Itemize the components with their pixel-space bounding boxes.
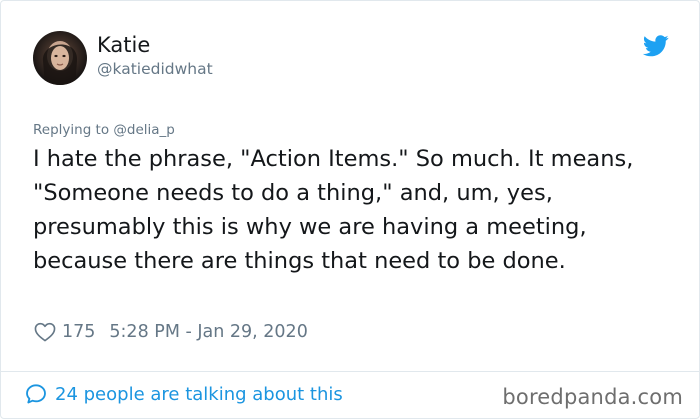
heart-icon[interactable]	[34, 322, 56, 342]
tweet-text: I hate the phrase, "Action Items." So mu…	[33, 146, 634, 274]
replying-to-label: Replying to	[33, 122, 110, 138]
reply-mention-link[interactable]: @delia_p	[113, 122, 174, 138]
replying-to: Replying to @delia_p	[33, 121, 175, 139]
like-count[interactable]: 175	[62, 322, 95, 342]
author-handle[interactable]: @katiedidwhat	[97, 59, 213, 79]
conversation-link[interactable]: 24 people are talking about this	[25, 383, 343, 405]
speech-bubble-icon	[26, 384, 46, 404]
tweet-meta: 175 5:28 PM - Jan 29, 2020	[34, 319, 308, 345]
watermark: boredpanda.com	[502, 385, 683, 409]
tweet-timestamp[interactable]: 5:28 PM - Jan 29, 2020	[109, 322, 307, 342]
footer-divider	[1, 371, 699, 372]
tweet-card: Katie @katiedidwhat Replying to @delia_p…	[0, 0, 700, 419]
twitter-bird-icon[interactable]	[643, 35, 669, 57]
conversation-label: 24 people are talking about this	[55, 383, 343, 405]
avatar[interactable]	[33, 31, 87, 85]
author-name[interactable]: Katie	[97, 33, 150, 57]
avatar-photo	[42, 41, 78, 85]
